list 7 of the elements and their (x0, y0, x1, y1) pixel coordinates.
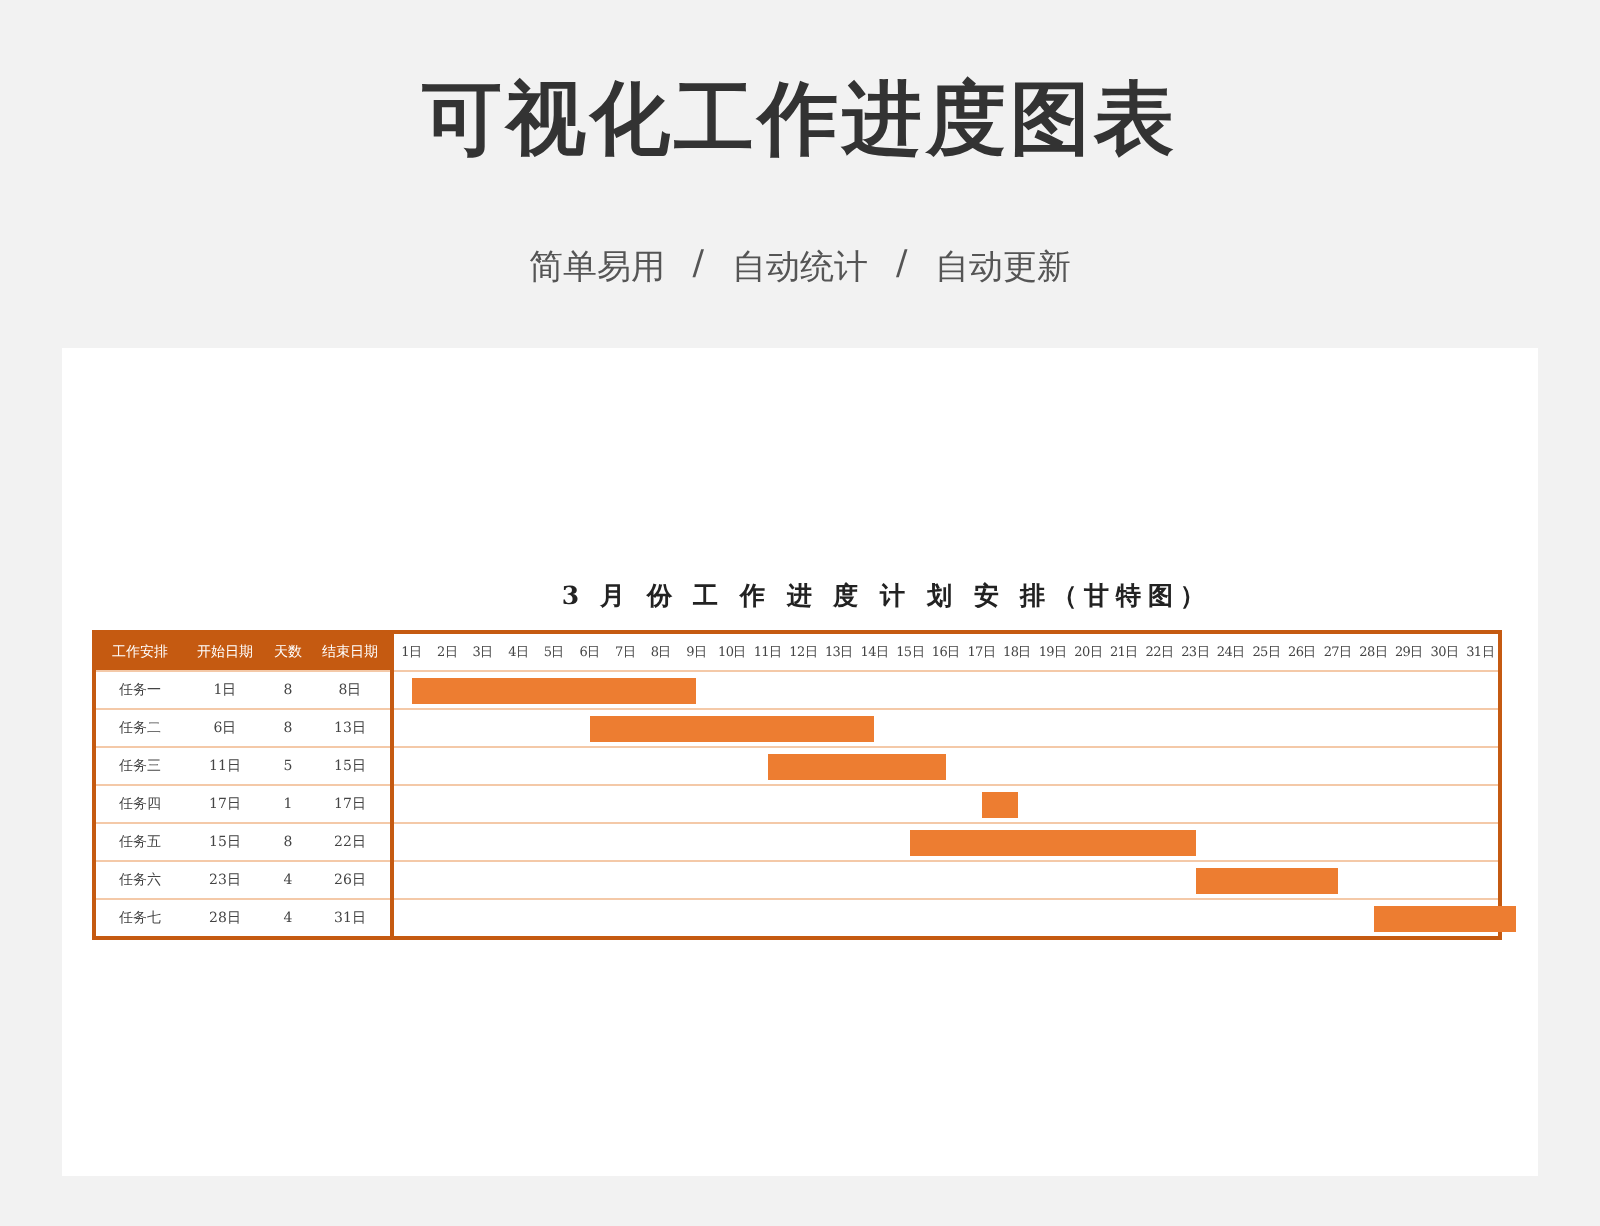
separator: / (692, 244, 704, 288)
feature-label: 简单易用 (528, 246, 665, 290)
feature-label: 自动统计 (732, 246, 868, 290)
feature-label: 自动更新 (935, 246, 1072, 290)
page-title: 可视化工作进度图表 (422, 72, 1178, 170)
chart-title: 3 月 份 工 作 进 度 计 划 安 排（甘特图） (559, 580, 1215, 614)
separator: / (896, 244, 908, 288)
